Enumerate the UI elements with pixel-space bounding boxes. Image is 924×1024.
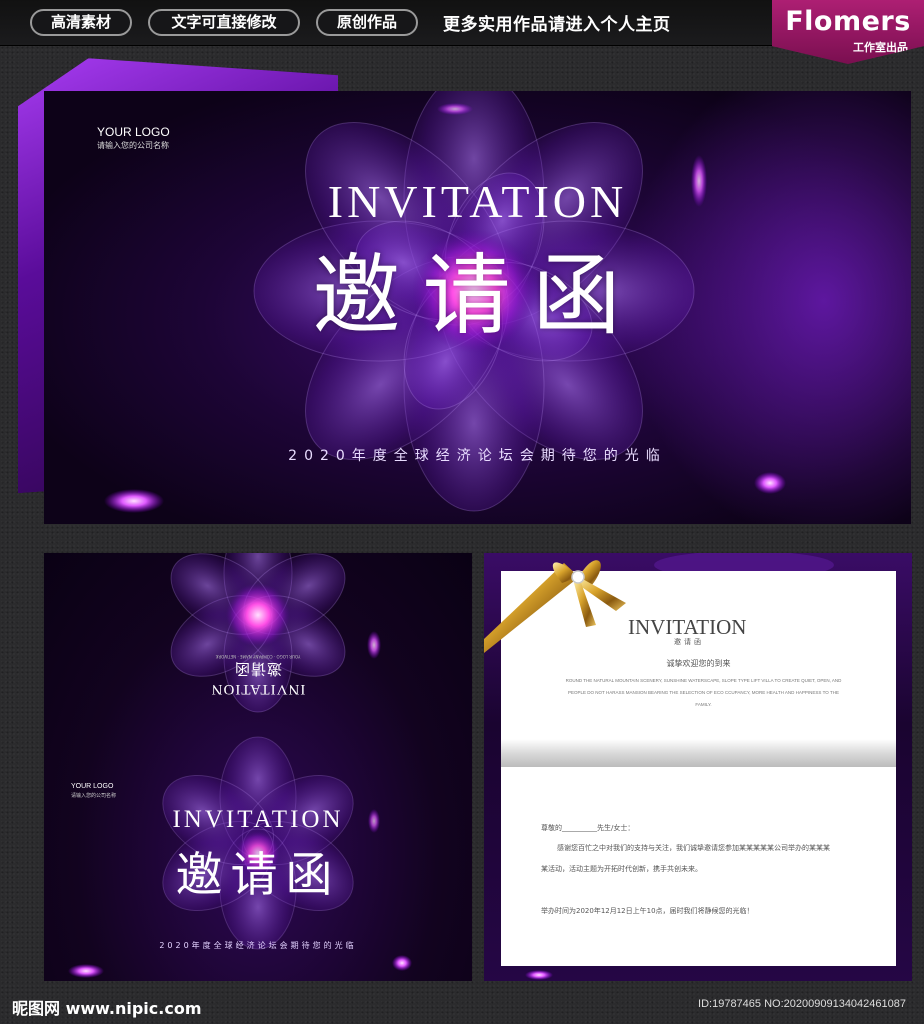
hero-subtitle: 2020年度全球经济论坛会期待您的光临 <box>288 448 667 464</box>
cover-mirrored-back: INVITATION 邀请函 YOUR LOGO · COMPANY NAME … <box>44 653 472 697</box>
mirror-small-text: YOUR LOGO · COMPANY NAME · NETWORK <box>215 654 301 659</box>
cover-subtitle: 2020年度全球经济论坛会期待您的光临 <box>159 941 357 950</box>
inside-card: INVITATION 邀请函 诚挚欢迎您的到来 ROUND THE NATURA… <box>484 553 912 981</box>
hero-invitation-word: INVITATION <box>327 176 628 227</box>
cover-invitation-word: INVITATION <box>172 806 344 833</box>
hero-logo: YOUR LOGO <box>97 125 170 139</box>
brand-subtitle: 工作室出品 <box>853 41 908 54</box>
cover-card: INVITATION 邀请函 YOUR LOGO · COMPANY NAME … <box>44 553 472 981</box>
letter-salutation: 尊敬的__________先生/女士： <box>541 824 635 832</box>
hero-title: 邀请函 <box>312 244 643 347</box>
gold-ribbon-icon <box>484 560 626 653</box>
hero-company-name: 请输入您的公司名称 <box>97 141 169 150</box>
cover-title: 邀请函 <box>175 848 341 903</box>
letter-body-1: 感谢您百忙之中对我们的支持与关注，我们诚挚邀请您参加某某某某某公司举办的某某某 <box>557 844 830 852</box>
brand-name: Flomers <box>785 6 911 37</box>
promo-link[interactable]: 更多实用作品请进入个人主页 <box>443 10 671 35</box>
mirror-invitation-word: INVITATION <box>210 681 306 697</box>
cover-flower-art <box>68 553 412 978</box>
letter-time-line: 举办时间为2020年12月12日上午10点，届时我们将静候您的光临！ <box>541 907 754 915</box>
letter-english-text: ROUND THE NATURAL MOUNTAIN SCENERY, SUNS… <box>565 678 842 707</box>
cover-logo: YOUR LOGO <box>71 783 114 790</box>
letter-small-title: 邀请函 <box>674 638 704 646</box>
hero-invitation-card: YOUR LOGO 请输入您的公司名称 INVITATION 邀请函 2020年… <box>44 91 911 524</box>
letter-body-2: 某活动，活动主题为开拓时代创新，携手共创未来。 <box>541 865 702 873</box>
image-id-watermark: ID:19787465 NO:20200909134042461087 <box>698 998 906 1010</box>
card-fold-shadow <box>501 739 896 767</box>
tag-editable-text[interactable]: 文字可直接修改 <box>148 9 300 36</box>
mirror-title: 邀请函 <box>234 660 283 676</box>
tag-hd-material[interactable]: 高清素材 <box>30 9 132 36</box>
site-watermark: 昵图网 www.nipic.com <box>12 999 202 1018</box>
brand-badge[interactable]: Flomers 工作室出品 <box>772 0 924 64</box>
cover-company-name: 请输入您的公司名称 <box>71 793 117 799</box>
tag-original-work[interactable]: 原创作品 <box>316 9 418 36</box>
